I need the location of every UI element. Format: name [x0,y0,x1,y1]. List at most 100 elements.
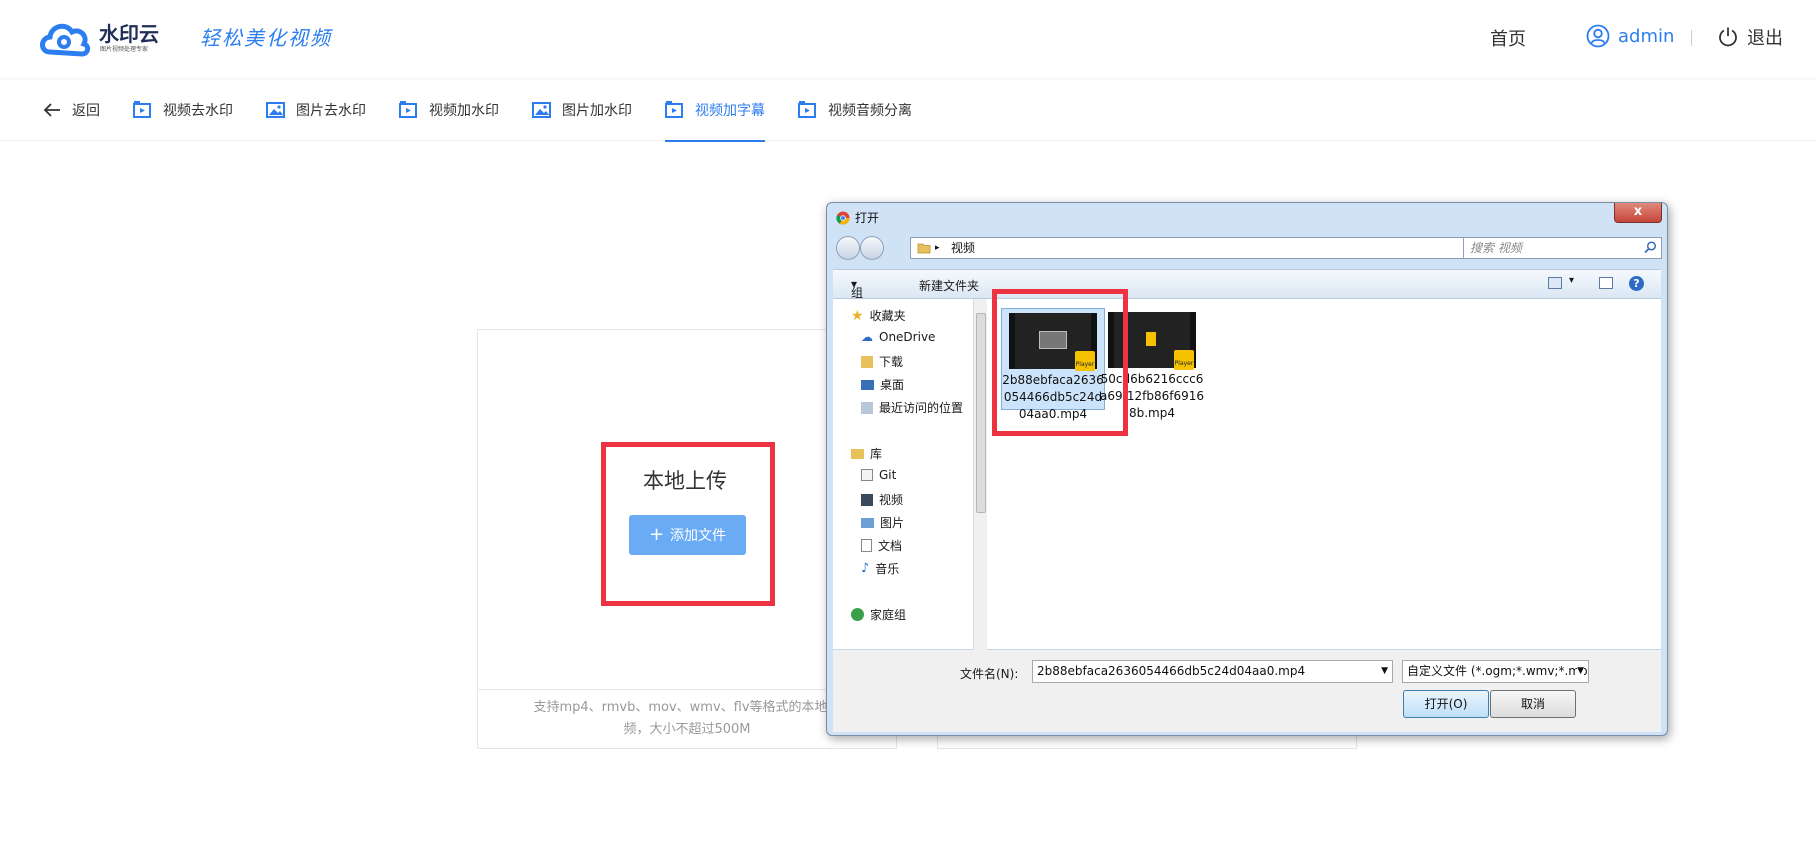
tab-label: 视频去水印 [163,103,233,119]
image-icon [266,102,285,118]
video-icon [399,101,417,118]
tree-label: Git [879,468,897,482]
tree-videos[interactable]: 视频 [861,491,903,508]
preview-pane-icon[interactable] [1599,277,1613,289]
tab-label: 视频加水印 [429,103,499,119]
film-frame-icon [1146,332,1156,346]
dialog-footer: 文件名(N): 2b88ebfaca2636054466db5c24d04aa0… [833,650,1661,732]
tab-label: 图片去水印 [296,103,366,119]
tree-downloads[interactable]: 下载 [861,353,903,370]
tree-pictures[interactable]: 图片 [861,514,904,531]
tree-label: 最近访问的位置 [879,401,964,415]
tab-video-remove-watermark[interactable]: 视频去水印 [133,79,233,141]
tree-homegroup[interactable]: 家庭组 [851,606,906,623]
search-icon [1644,241,1657,254]
tree-label: 桌面 [880,378,905,392]
filename-label: 文件名(N): [960,667,1019,681]
player-badge-icon: Player [1174,350,1194,370]
tab-image-remove-watermark[interactable]: 图片去水印 [266,79,366,141]
scrollbar-thumb[interactable] [976,313,986,513]
tree-recent[interactable]: 最近访问的位置 [861,399,963,416]
tree-label: 库 [870,447,883,461]
back-label: 返回 [72,103,100,119]
tree-label: 家庭组 [870,608,907,622]
tab-video-add-watermark[interactable]: 视频加水印 [399,79,499,141]
chevron-down-icon[interactable]: ▾ [1569,275,1574,286]
tab-label: 视频加字幕 [695,103,765,119]
chevron-down-icon[interactable]: ▼ [1381,661,1388,682]
filename-value: 2b88ebfaca2636054466db5c24d04aa0.mp4 [1037,664,1306,678]
tab-label: 图片加水印 [562,103,632,119]
folder-icon [917,243,931,254]
tab-video-add-subtitle[interactable]: 视频加字幕 [665,79,765,142]
user-menu[interactable]: admin [1586,24,1674,48]
tree-onedrive[interactable]: ☁ OneDrive [861,330,935,344]
power-icon [1719,27,1737,47]
nav-divider [1691,30,1692,46]
top-header: 水印云 图片视频处理专家 轻松美化视频 首页 admin 退出 [0,0,1817,78]
filetype-select[interactable]: 自定义文件 (*.ogm;*.wmv;*.mp ▼ [1402,660,1589,683]
slogan: 轻松美化视频 [200,26,332,50]
new-folder-button[interactable]: 新建文件夹 [919,277,979,294]
tab-image-add-watermark[interactable]: 图片加水印 [532,79,632,141]
highlight-box-file [992,289,1128,436]
music-icon: ♪ [861,561,870,576]
forward-nav-button[interactable] [860,236,884,260]
recent-places-icon [861,401,873,414]
star-icon: ★ [851,307,864,324]
desktop-icon [861,379,874,390]
highlight-box-upload [601,442,775,606]
video-icon [665,101,683,118]
nav-home-link[interactable]: 首页 [1490,25,1526,51]
tree-libraries[interactable]: 库 [851,445,882,462]
tree-scrollbar[interactable] [973,299,987,650]
view-options-icon[interactable] [1548,277,1562,289]
arrow-left-icon [43,103,60,117]
dialog-toolbar: 组织 ▾ 新建文件夹 ▾ ? [833,269,1661,317]
dialog-close-button[interactable]: x [1614,203,1662,223]
user-icon [1586,24,1610,48]
open-button[interactable]: 打开(O) [1403,690,1489,718]
download-folder-icon [861,355,873,368]
tree-label: 音乐 [875,562,900,576]
tree-label: 收藏夹 [869,309,906,323]
library-icon [851,448,864,459]
logo-subtitle: 图片视频处理专家 [100,46,149,53]
tree-documents[interactable]: 文档 [861,537,902,554]
chevron-down-icon[interactable]: ▼ [1577,661,1584,682]
dialog-body: ★ 收藏夹 ☁ OneDrive 下载 桌面 最近访问的位置 库 Git 视频 图片… [833,299,1661,650]
video-library-icon [861,493,873,506]
tree-label: OneDrive [879,330,936,344]
tree-label: 图片 [880,516,905,530]
logo-name: 水印云 [99,22,159,46]
chrome-icon [836,211,850,225]
filename-input[interactable]: 2b88ebfaca2636054466db5c24d04aa0.mp4 ▼ [1032,660,1393,683]
tree-desktop[interactable]: 桌面 [861,376,904,393]
tree-label: 视频 [879,493,904,507]
search-placeholder: 搜索 视频 [1470,241,1522,255]
video-icon [133,101,151,118]
tab-video-audio-separate[interactable]: 视频音频分离 [798,79,912,141]
tree-git[interactable]: Git [861,468,896,482]
help-icon[interactable]: ? [1629,276,1644,291]
cloud-icon: ☁ [861,330,873,344]
tree-favorites[interactable]: ★ 收藏夹 [851,307,906,324]
back-button[interactable]: 返回 [42,79,100,141]
tree-label: 下载 [879,355,904,369]
git-icon [861,469,873,481]
tree-music[interactable]: ♪ 音乐 [861,560,899,577]
logout-button[interactable]: 退出 [1717,24,1783,50]
cancel-button[interactable]: 取消 [1490,690,1576,718]
homegroup-icon [851,608,864,621]
tool-tabs: 返回 视频去水印 图片去水印 视频加水印 图片加水印 视频加字幕 视频音频分离 [0,79,1817,142]
open-file-dialog: 打开 x ▸ 视频 ▼ ⇆ 搜索 视频 组织 ▾ 新建文件夹 ▾ ? ★收藏夹 … [826,202,1668,736]
username: admin [1618,25,1675,47]
picture-library-icon [861,517,874,528]
video-icon [798,101,816,118]
logout-label: 退出 [1747,28,1783,49]
dialog-title: 打开 [855,211,880,225]
document-icon [861,539,872,552]
organize-menu[interactable]: 组织 ▾ [851,277,863,317]
search-input[interactable]: 搜索 视频 [1463,237,1662,259]
back-nav-button[interactable] [836,236,860,260]
